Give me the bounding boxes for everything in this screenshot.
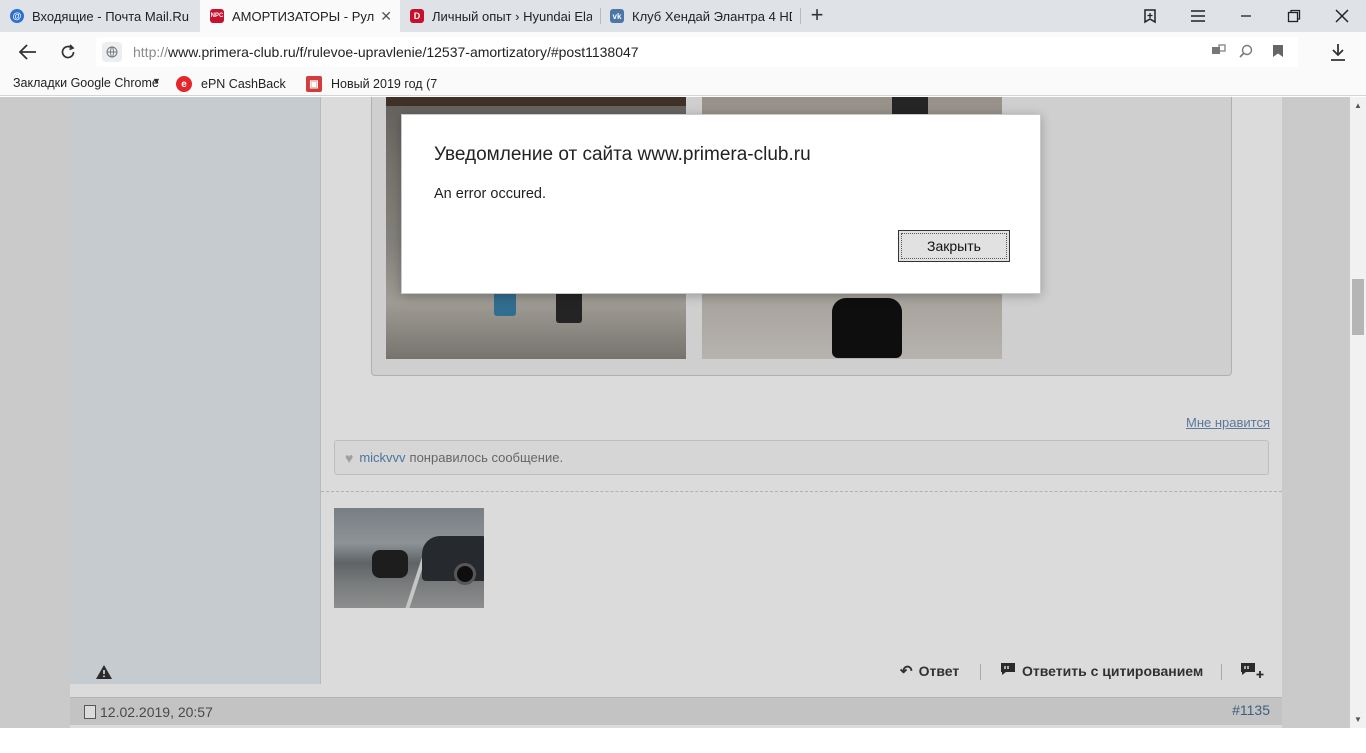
- url-text[interactable]: http://www.primera-club.ru/f/rulevoe-upr…: [133, 44, 639, 60]
- window-bottom: [0, 728, 1366, 753]
- tab-title: Личный опыт › Hyundai Ela: [432, 8, 592, 24]
- browser-window: @ Входящие - Почта Mail.Ru NPC АМОРТИЗАТ…: [0, 0, 1366, 753]
- minimize-icon[interactable]: [1222, 0, 1270, 32]
- bookmarks-bar: Закладки Google Chrome ▼ e ePN CashBack …: [0, 72, 1366, 96]
- tab-title: АМОРТИЗАТОРЫ - Руле: [232, 8, 374, 24]
- tab-vk[interactable]: vk Клуб Хендай Элантра 4 HD: [600, 0, 800, 32]
- bookmark-star-icon[interactable]: [1270, 44, 1286, 60]
- translate-icon[interactable]: [1211, 44, 1227, 60]
- url-protocol: http://: [133, 44, 169, 60]
- reload-button[interactable]: [54, 38, 82, 66]
- tab-title: Клуб Хендай Элантра 4 HD: [632, 8, 792, 24]
- mailru-icon: @: [10, 9, 24, 23]
- back-button[interactable]: [14, 38, 42, 66]
- epn-icon: e: [176, 76, 192, 92]
- bookmark-folder-google[interactable]: Закладки Google Chrome: [13, 76, 161, 90]
- address-bar[interactable]: http://www.primera-club.ru/f/rulevoe-upr…: [96, 37, 1298, 67]
- alert-dialog: Уведомление от сайта www.primera-club.ru…: [401, 114, 1041, 294]
- drive2-icon: D: [410, 9, 424, 23]
- site-info-icon[interactable]: [102, 42, 122, 62]
- bookmark-new-year[interactable]: ▣ Новый 2019 год (7: [306, 76, 446, 92]
- chevron-down-icon[interactable]: ▼: [152, 76, 161, 86]
- restore-icon[interactable]: [1270, 0, 1318, 32]
- scroll-up-icon[interactable]: ▲: [1354, 101, 1362, 110]
- dialog-title: Уведомление от сайта www.primera-club.ru: [434, 144, 811, 165]
- new-tab-button[interactable]: +: [806, 4, 828, 26]
- tab-mail[interactable]: @ Входящие - Почта Mail.Ru: [0, 0, 200, 32]
- bookmarks-panel-icon[interactable]: [1126, 0, 1174, 32]
- downloads-button[interactable]: [1324, 38, 1352, 66]
- bookmark-site-icon: ▣: [306, 76, 322, 92]
- menu-icon[interactable]: [1174, 0, 1222, 32]
- zoom-icon[interactable]: [1238, 44, 1254, 60]
- tab-amortizatory[interactable]: NPC АМОРТИЗАТОРЫ - Руле ✕: [200, 0, 400, 32]
- tab-strip: @ Входящие - Почта Mail.Ru NPC АМОРТИЗАТ…: [0, 0, 1366, 32]
- bookmark-label: Закладки Google Chrome: [13, 76, 159, 90]
- tab-title: Входящие - Почта Mail.Ru: [32, 8, 189, 24]
- close-window-icon[interactable]: [1318, 0, 1366, 32]
- bookmark-label: ePN CashBack: [201, 77, 286, 91]
- page-scrollbar[interactable]: ▲ ▼: [1350, 97, 1366, 728]
- url-path: www.primera-club.ru/f/rulevoe-upravlenie…: [168, 44, 639, 60]
- tab-drive2[interactable]: D Личный опыт › Hyundai Ela: [400, 0, 600, 32]
- primera-club-icon: NPC: [210, 9, 224, 23]
- browser-toolbar: http://www.primera-club.ru/f/rulevoe-upr…: [0, 32, 1366, 72]
- dialog-message: An error occured.: [434, 186, 547, 202]
- tab-separator: [800, 8, 801, 24]
- bookmark-epn[interactable]: e ePN CashBack: [176, 76, 286, 92]
- bookmark-label: Новый 2019 год (7: [331, 77, 438, 91]
- close-tab-icon[interactable]: ✕: [380, 8, 392, 25]
- scroll-down-icon[interactable]: ▼: [1354, 715, 1362, 724]
- vk-icon: vk: [610, 9, 624, 23]
- close-dialog-button[interactable]: Закрыть: [898, 230, 1010, 262]
- scrollbar-thumb[interactable]: [1352, 279, 1364, 335]
